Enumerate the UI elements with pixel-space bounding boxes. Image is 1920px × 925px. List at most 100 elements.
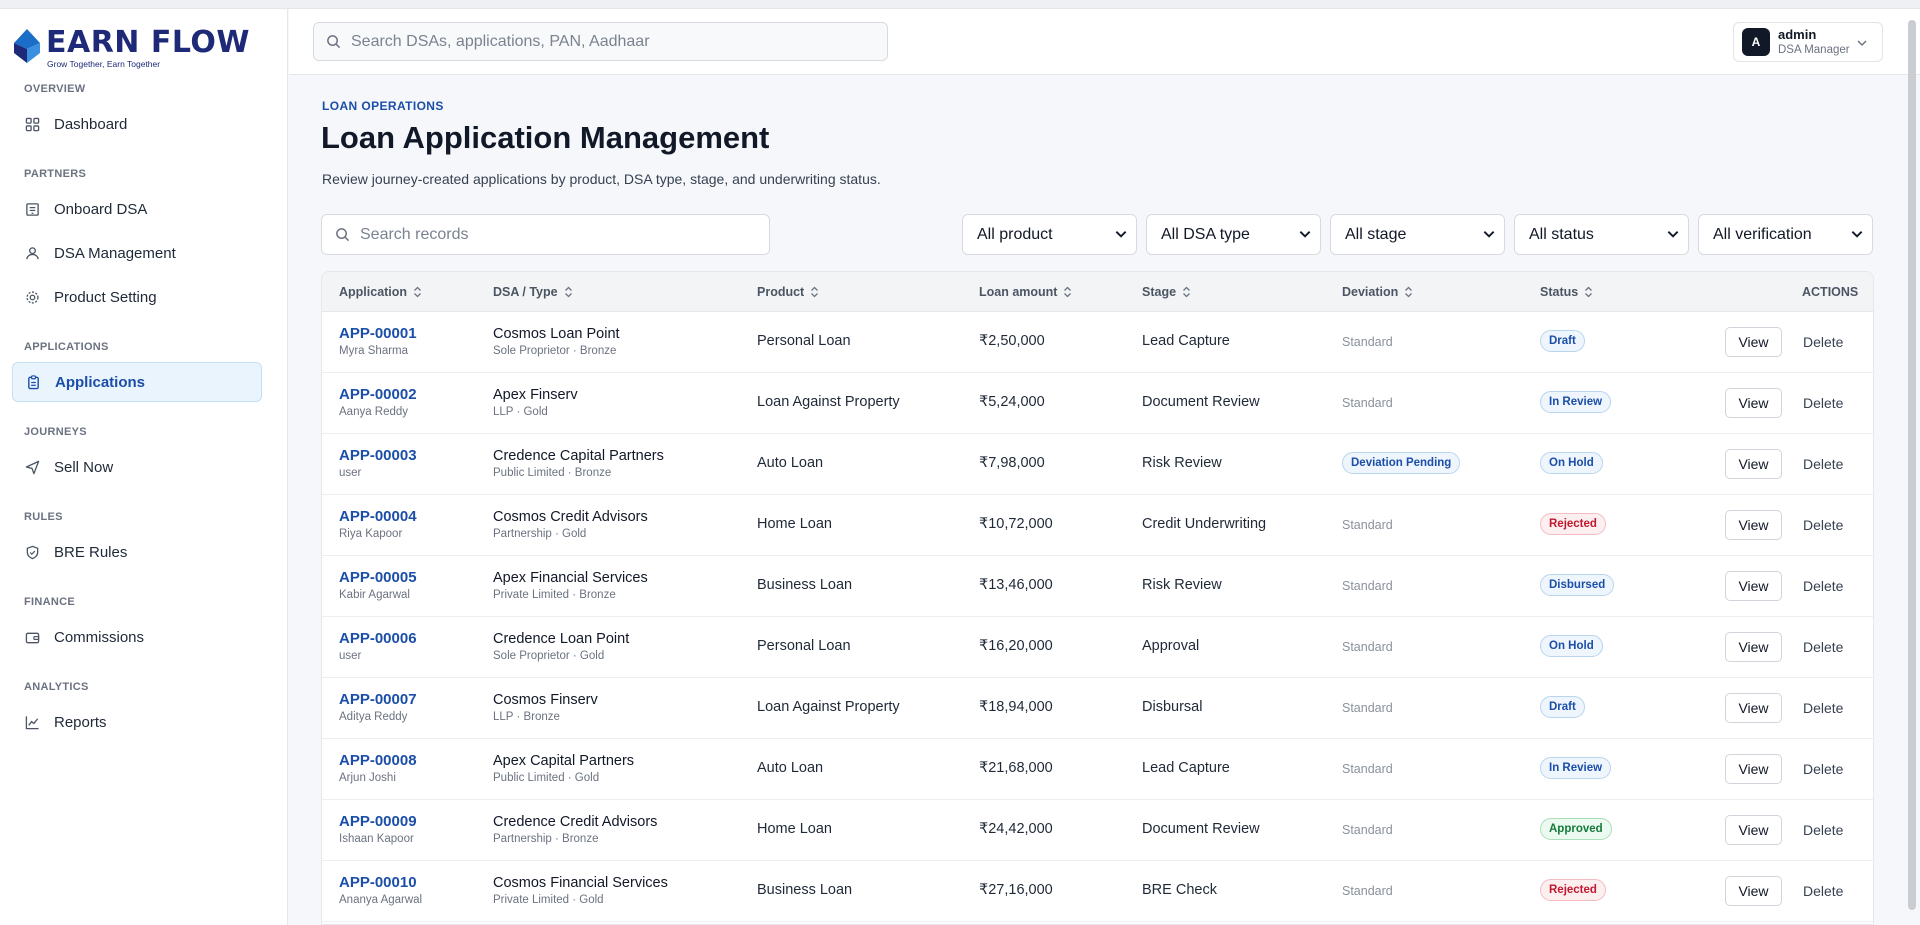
delete-button[interactable]: Delete [1803,395,1843,411]
application-id-link[interactable]: APP-00008 [339,752,417,770]
col-actions: ACTIONS [1802,285,1859,299]
deviation-text: Standard [1342,640,1393,654]
chevron-down-icon [1483,231,1495,238]
status-badge: In Review [1540,757,1612,779]
applicant-name: Riya Kapoor [339,528,403,540]
status-filter[interactable]: All status [1514,214,1689,255]
application-cell: APP-00002 Aanya Reddy [339,386,417,419]
sort-icon [1405,286,1413,298]
product-filter-value: All product [977,225,1053,243]
dsa-type: Public Limited · Gold [493,772,600,784]
records-search-input[interactable] [360,225,760,244]
application-cell: APP-00009 Ishaan Kapoor [339,813,417,846]
view-button[interactable]: View [1725,449,1782,479]
dsa-cell: Credence Credit Advisors Partnership · Br… [493,813,657,846]
delete-button[interactable]: Delete [1803,700,1843,716]
dsa-name: Apex Capital Partners [493,753,635,769]
delete-button[interactable]: Delete [1803,456,1843,472]
sort-icon [811,286,819,298]
col-deviation[interactable]: Deviation [1342,285,1413,299]
dsa-cell: Apex Financial Services Private Limited ·… [493,569,648,602]
col-application[interactable]: Application [339,285,422,299]
application-id-link[interactable]: APP-00007 [339,691,417,709]
delete-button[interactable]: Delete [1803,517,1843,533]
sidebar-item-sell-now[interactable]: Sell Now [12,447,262,487]
user-menu[interactable]: A admin DSA Manager [1733,22,1883,62]
view-button[interactable]: View [1725,815,1782,845]
delete-button[interactable]: Delete [1803,883,1843,899]
view-button[interactable]: View [1725,754,1782,784]
sort-icon [1585,286,1593,298]
product-cell: Auto Loan [757,760,824,776]
sidebar-item-applications[interactable]: Applications [12,362,262,402]
sidebar-item-label: Product Setting [54,288,157,306]
global-search[interactable] [313,22,888,61]
table-row: APP-00001 Myra Sharma Cosmos Loan Point Sol… [322,312,1873,373]
sidebar-item-commissions[interactable]: Commissions [12,617,262,657]
application-id-link[interactable]: APP-00002 [339,386,417,404]
delete-button[interactable]: Delete [1803,761,1843,777]
page-scrollbar[interactable] [1908,20,1916,910]
view-button[interactable]: View [1725,693,1782,723]
wallet-icon [24,629,40,645]
view-button[interactable]: View [1725,571,1782,601]
delete-button[interactable]: Delete [1803,822,1843,838]
col-product[interactable]: Product [757,285,819,299]
table-row: APP-00010 Ananya Agarwal Cosmos Financial … [322,861,1873,922]
table-row: APP-00007 Aditya Reddy Cosmos Finserv LLP ·… [322,678,1873,739]
view-button[interactable]: View [1725,632,1782,662]
table-header: Application DSA / Type Product Loan amou… [322,272,1873,312]
sidebar-section-title: JOURNEYS [24,426,87,438]
application-id-link[interactable]: APP-00001 [339,325,417,343]
application-id-link[interactable]: APP-00004 [339,508,417,526]
application-cell: APP-00005 Kabir Agarwal [339,569,417,602]
view-button[interactable]: View [1725,388,1782,418]
page-title: Loan Application Management [321,120,770,155]
records-search[interactable] [321,214,770,255]
product-cell: Personal Loan [757,638,851,654]
application-id-link[interactable]: APP-00009 [339,813,417,831]
view-button[interactable]: View [1725,510,1782,540]
application-id-link[interactable]: APP-00005 [339,569,417,587]
application-id-link[interactable]: APP-00003 [339,447,417,465]
sidebar-item-bre-rules[interactable]: BRE Rules [12,532,262,572]
col-dsa-type[interactable]: DSA / Type [493,285,573,299]
view-button[interactable]: View [1725,876,1782,906]
dsa-cell: Apex Finserv LLP · Gold [493,386,578,419]
dsa-name: Apex Financial Services [493,570,648,586]
applicant-name: Ananya Agarwal [339,894,423,906]
send-icon [24,459,40,475]
dsa-type: Sole Proprietor · Gold [493,650,605,662]
brand-logo[interactable]: EARN FLOW Grow Together, Earn Together [14,23,254,71]
delete-button[interactable]: Delete [1803,334,1843,350]
col-stage[interactable]: Stage [1142,285,1191,299]
verification-filter[interactable]: All verification [1698,214,1873,255]
sidebar-item-reports[interactable]: Reports [12,702,262,742]
delete-button[interactable]: Delete [1803,578,1843,594]
sidebar-item-dashboard[interactable]: Dashboard [12,104,262,144]
product-filter[interactable]: All product [962,214,1137,255]
sidebar-section-title: ANALYTICS [24,681,89,693]
application-id-link[interactable]: APP-00010 [339,874,422,892]
stage-cell: Document Review [1142,821,1260,837]
col-loan-amount[interactable]: Loan amount [979,285,1072,299]
sidebar-item-dsa-management[interactable]: DSA Management [12,233,262,273]
sidebar: EARN FLOW Grow Together, Earn Together O… [0,9,288,925]
status-badge: Disbursed [1540,574,1615,596]
application-cell: APP-00006 user [339,630,417,663]
dsa-type-filter[interactable]: All DSA type [1146,214,1321,255]
view-button[interactable]: View [1725,327,1782,357]
stage-cell: Lead Capture [1142,333,1230,349]
applicant-name: Aanya Reddy [339,406,409,418]
sidebar-item-onboard-dsa[interactable]: Onboard DSA [12,189,262,229]
deviation-text: Standard [1342,762,1393,776]
sidebar-section-title: RULES [24,511,63,523]
sidebar-item-product-setting[interactable]: Product Setting [12,277,262,317]
chevron-down-icon [1857,40,1867,47]
application-id-link[interactable]: APP-00006 [339,630,417,648]
stage-filter[interactable]: All stage [1330,214,1505,255]
dsa-cell: Credence Capital Partners Public Limited … [493,447,664,480]
global-search-input[interactable] [351,32,871,51]
col-status[interactable]: Status [1540,285,1593,299]
delete-button[interactable]: Delete [1803,639,1843,655]
